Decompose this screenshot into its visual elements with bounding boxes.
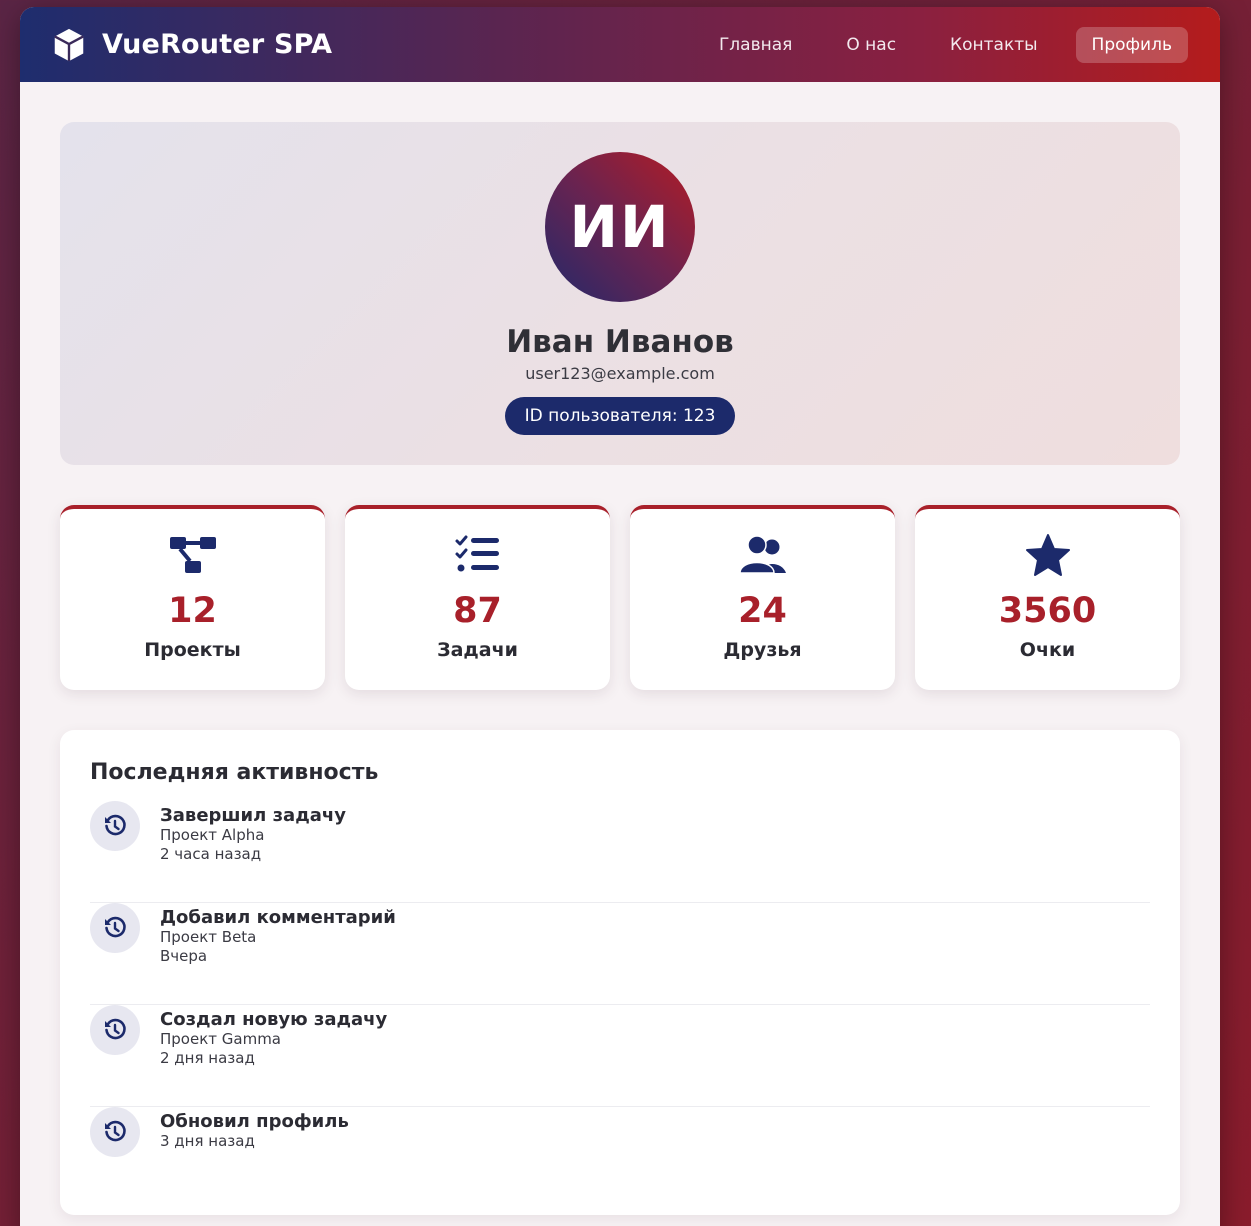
- history-icon: [90, 903, 140, 953]
- stat-value: 87: [453, 591, 502, 631]
- main-nav: Главная О нас Контакты Профиль: [703, 26, 1188, 63]
- activity-action: Завершил задачу: [160, 805, 346, 826]
- activity-text: Добавил комментарий Проект Beta Вчера: [160, 903, 396, 966]
- activity-project: Проект Alpha: [160, 826, 265, 844]
- activity-text: Завершил задачу Проект Alpha 2 часа наза…: [160, 801, 346, 864]
- brand-name: VueRouter SPA: [102, 29, 333, 60]
- activity-action: Обновил профиль: [160, 1111, 349, 1132]
- star-icon: [1023, 533, 1073, 579]
- nav-link-home[interactable]: Главная: [703, 27, 808, 63]
- activity-item: Создал новую задачу Проект Gamma 2 дня н…: [90, 1005, 1150, 1107]
- activity-time: 3 дня назад: [160, 1132, 255, 1150]
- navbar: VueRouter SPA Главная О нас Контакты Про…: [20, 7, 1220, 82]
- activity-item: Обновил профиль 3 дня назад: [90, 1107, 1150, 1209]
- profile-header: ИИ Иван Иванов user123@example.com ID по…: [60, 122, 1180, 465]
- stat-value: 3560: [998, 591, 1097, 631]
- activity-time: 2 часа назад: [160, 845, 262, 863]
- section-title: Последняя активность: [90, 760, 379, 785]
- avatar: ИИ: [545, 152, 695, 302]
- activity-item: Завершил задачу Проект Alpha 2 часа наза…: [90, 801, 1150, 903]
- stat-card-friends: 24 Друзья: [630, 505, 895, 690]
- stat-value: 24: [738, 591, 787, 631]
- nav-link-about[interactable]: О нас: [830, 27, 912, 63]
- activity-action: Добавил комментарий: [160, 907, 396, 928]
- recent-activity: Последняя активность Завершил задачу Про…: [60, 730, 1180, 1215]
- users-icon: [738, 533, 788, 579]
- history-icon: [90, 1107, 140, 1157]
- user-id-badge: ID пользователя: 123: [504, 397, 736, 435]
- activity-project: Проект Beta: [160, 928, 257, 946]
- history-icon: [90, 801, 140, 851]
- app-window: VueRouter SPA Главная О нас Контакты Про…: [20, 7, 1220, 1226]
- activity-action: Создал новую задачу: [160, 1009, 388, 1030]
- stat-card-tasks: 87 Задачи: [345, 505, 610, 690]
- brand[interactable]: VueRouter SPA: [50, 26, 332, 64]
- profile-email: user123@example.com: [525, 364, 715, 383]
- activity-time: Вчера: [160, 947, 208, 965]
- tasks-icon: [453, 533, 503, 579]
- activity-item: Добавил комментарий Проект Beta Вчера: [90, 903, 1150, 1005]
- nav-link-contacts[interactable]: Контакты: [934, 27, 1054, 63]
- stat-label: Проекты: [144, 639, 241, 661]
- stat-card-points: 3560 Очки: [915, 505, 1180, 690]
- stat-label: Задачи: [437, 639, 518, 661]
- history-icon: [90, 1005, 140, 1055]
- project-diagram-icon: [168, 533, 218, 579]
- activity-time: 2 дня назад: [160, 1049, 255, 1067]
- activity-project: Проект Gamma: [160, 1030, 282, 1048]
- profile-name: Иван Иванов: [506, 324, 734, 360]
- activity-text: Создал новую задачу Проект Gamma 2 дня н…: [160, 1005, 387, 1068]
- nav-link-profile[interactable]: Профиль: [1075, 26, 1188, 63]
- profile-page: ИИ Иван Иванов user123@example.com ID по…: [20, 82, 1220, 1215]
- stat-label: Друзья: [723, 639, 802, 661]
- cube-icon: [54, 28, 84, 61]
- stat-card-projects: 12 Проекты: [60, 505, 325, 690]
- stat-label: Очки: [1019, 639, 1076, 661]
- stat-value: 12: [168, 591, 217, 631]
- activity-text: Обновил профиль 3 дня назад: [160, 1107, 349, 1151]
- stats-grid: 12 Проекты 87 Задачи 24 Друзья 3560 Очки: [60, 505, 1180, 690]
